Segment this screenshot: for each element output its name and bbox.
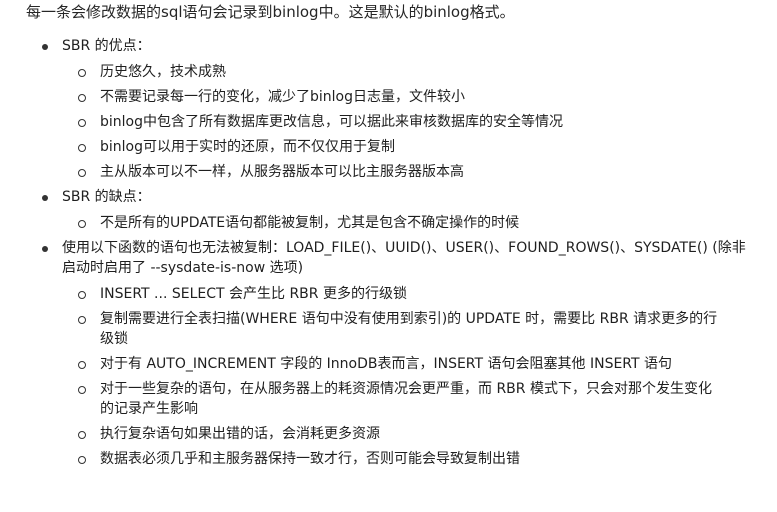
- functions-note-text: 使用以下函数的语句也无法被复制：LOAD_FILE()、UUID()、USER(…: [62, 240, 746, 276]
- sbr-pros-title: SBR 的优点：: [62, 38, 151, 54]
- sbr-cons-title: SBR 的缺点：: [62, 189, 151, 205]
- list-item: 数据表必须几乎和主服务器保持一致才行，否则可能会导致复制出错: [76, 449, 720, 469]
- sbr-cons-sublist: 不是所有的UPDATE语句都能被复制，尤其是包含不确定操作的时候: [76, 213, 768, 233]
- list-item: 不是所有的UPDATE语句都能被复制，尤其是包含不确定操作的时候: [76, 213, 720, 233]
- sbr-pros-sublist: 历史悠久，技术成熟 不需要记录每一行的变化，减少了binlog日志量，文件较小 …: [76, 62, 768, 182]
- list-item: 主从版本可以不一样，从服务器版本可以比主服务器版本高: [76, 162, 720, 182]
- list-item: INSERT ... SELECT 会产生比 RBR 更多的行级锁: [76, 284, 720, 304]
- list-item: 对于一些复杂的语句，在从服务器上的耗资源情况会更严重，而 RBR 模式下，只会对…: [76, 379, 720, 419]
- main-bullet-list: SBR 的优点： 历史悠久，技术成熟 不需要记录每一行的变化，减少了binlog…: [38, 36, 768, 474]
- list-item: binlog中包含了所有数据库更改信息，可以据此来审核数据库的安全等情况: [76, 112, 720, 132]
- sbr-cons-item: SBR 的缺点： 不是所有的UPDATE语句都能被复制，尤其是包含不确定操作的时…: [38, 187, 768, 233]
- list-item: 执行复杂语句如果出错的话，会消耗更多资源: [76, 424, 720, 444]
- document-page: 每一条会修改数据的sql语句会记录到binlog中。这是默认的binlog格式。…: [0, 0, 777, 512]
- list-item: 复制需要进行全表扫描(WHERE 语句中没有使用到索引)的 UPDATE 时，需…: [76, 309, 720, 349]
- functions-note-sublist: INSERT ... SELECT 会产生比 RBR 更多的行级锁 复制需要进行…: [76, 284, 768, 469]
- list-item: 历史悠久，技术成熟: [76, 62, 720, 82]
- list-item: 不需要记录每一行的变化，减少了binlog日志量，文件较小: [76, 87, 720, 107]
- list-item: binlog可以用于实时的还原，而不仅仅用于复制: [76, 137, 720, 157]
- list-item: 对于有 AUTO_INCREMENT 字段的 InnoDB表而言，INSERT …: [76, 354, 720, 374]
- functions-note-item: 使用以下函数的语句也无法被复制：LOAD_FILE()、UUID()、USER(…: [38, 238, 768, 469]
- intro-paragraph: 每一条会修改数据的sql语句会记录到binlog中。这是默认的binlog格式。: [26, 3, 515, 21]
- sbr-pros-item: SBR 的优点： 历史悠久，技术成熟 不需要记录每一行的变化，减少了binlog…: [38, 36, 768, 182]
